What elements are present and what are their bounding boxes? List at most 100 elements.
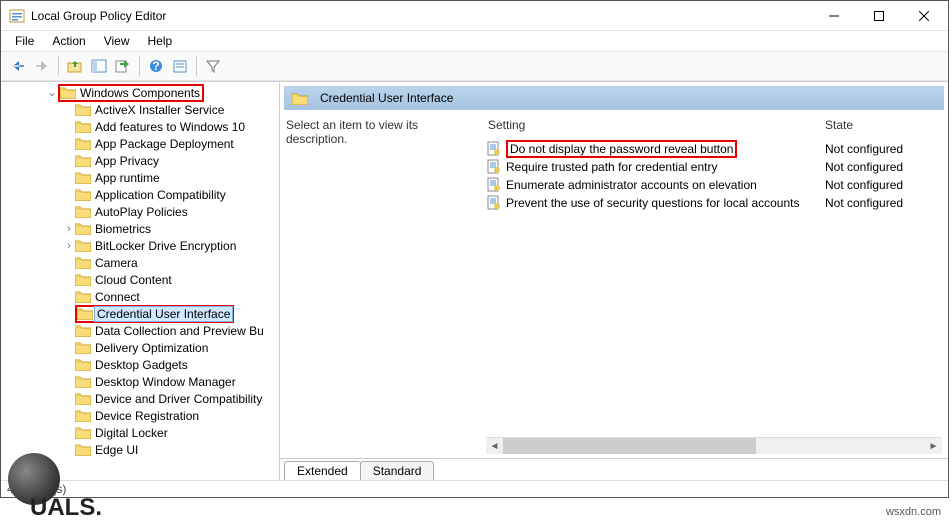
tree-pane[interactable]: ⌄ Windows Components ActiveX Installer S…	[1, 82, 280, 480]
tree-node[interactable]: Device and Driver Compatibility	[1, 390, 279, 407]
folder-icon	[60, 86, 76, 99]
tree-node[interactable]: Data Collection and Preview Bu	[1, 322, 279, 339]
folder-icon	[75, 443, 91, 456]
settings-column: Setting State Do not display the passwor…	[486, 118, 942, 454]
tree-node[interactable]: AutoPlay Policies	[1, 203, 279, 220]
up-button[interactable]	[64, 55, 86, 77]
folder-up-icon	[67, 59, 83, 73]
close-button[interactable]	[901, 1, 946, 30]
tree-node[interactable]: Desktop Gadgets	[1, 356, 279, 373]
menu-file[interactable]: File	[7, 32, 42, 50]
expand-icon[interactable]: ›	[63, 240, 75, 252]
list-header: Setting State	[486, 118, 942, 140]
properties-button[interactable]	[169, 55, 191, 77]
menu-help[interactable]: Help	[140, 32, 181, 50]
folder-icon	[75, 426, 91, 439]
expand-icon[interactable]: ›	[63, 223, 75, 235]
folder-icon	[75, 375, 91, 388]
setting-state: Not configured	[825, 142, 925, 156]
tree-node[interactable]: Digital Locker	[1, 424, 279, 441]
tab-extended[interactable]: Extended	[284, 461, 361, 480]
export-button[interactable]	[112, 55, 134, 77]
policy-icon	[486, 159, 502, 175]
setting-state: Not configured	[825, 196, 925, 210]
folder-icon	[75, 409, 91, 422]
folder-icon	[75, 392, 91, 405]
toolbar: ?	[1, 51, 948, 81]
maximize-icon	[874, 11, 884, 21]
tree-label: Edge UI	[95, 443, 138, 457]
scroll-thumb[interactable]	[503, 438, 756, 454]
policy-icon	[486, 141, 502, 157]
folder-icon	[75, 239, 91, 252]
tab-standard[interactable]: Standard	[360, 461, 435, 480]
minimize-icon	[829, 11, 839, 21]
scroll-right-button[interactable]: ►	[925, 438, 942, 454]
help-icon: ?	[148, 59, 164, 73]
toolbar-separator	[58, 56, 59, 76]
tree-node[interactable]: › BitLocker Drive Encryption	[1, 237, 279, 254]
toolbar-separator	[196, 56, 197, 76]
folder-icon	[292, 92, 308, 105]
menubar: File Action View Help	[1, 31, 948, 51]
tree-label: Biometrics	[95, 222, 151, 236]
setting-name: Prevent the use of security questions fo…	[506, 196, 825, 210]
tree-node[interactable]: Delivery Optimization	[1, 339, 279, 356]
tree-label: BitLocker Drive Encryption	[95, 239, 236, 253]
overlay-text: UALS.	[30, 494, 102, 522]
tree-node[interactable]: Cloud Content	[1, 271, 279, 288]
column-header-state[interactable]: State	[825, 118, 925, 132]
tree-node[interactable]: App Privacy	[1, 152, 279, 169]
filter-button[interactable]	[202, 55, 224, 77]
maximize-button[interactable]	[856, 1, 901, 30]
tree-node-root[interactable]: ⌄ Windows Components	[1, 84, 279, 101]
tree-pane-icon	[91, 59, 107, 73]
tree-label: App runtime	[95, 171, 160, 185]
folder-icon	[75, 290, 91, 303]
tree-node[interactable]: Connect	[1, 288, 279, 305]
back-button[interactable]	[7, 55, 29, 77]
tree-node[interactable]: Desktop Window Manager	[1, 373, 279, 390]
app-icon	[9, 8, 25, 24]
tree-label: Connect	[95, 290, 140, 304]
tree-node[interactable]: Camera	[1, 254, 279, 271]
setting-name: Enumerate administrator accounts on elev…	[506, 178, 825, 192]
horizontal-scrollbar[interactable]: ◄ ►	[486, 437, 942, 454]
details-header: Credential User Interface	[284, 86, 944, 110]
scroll-left-button[interactable]: ◄	[486, 438, 503, 454]
tree-label: Desktop Gadgets	[95, 358, 188, 372]
folder-icon	[75, 222, 91, 235]
details-body: Select an item to view its description. …	[280, 114, 948, 458]
tree-node[interactable]: › Biometrics	[1, 220, 279, 237]
collapse-icon[interactable]: ⌄	[46, 86, 58, 99]
tree-label: Digital Locker	[95, 426, 168, 440]
details-header-title: Credential User Interface	[320, 91, 453, 105]
show-hide-tree-button[interactable]	[88, 55, 110, 77]
setting-state: Not configured	[825, 178, 925, 192]
column-header-setting[interactable]: Setting	[486, 118, 825, 132]
tree-node[interactable]: App runtime	[1, 169, 279, 186]
tree-node[interactable]: Application Compatibility	[1, 186, 279, 203]
folder-icon	[75, 273, 91, 286]
setting-name: Require trusted path for credential entr…	[506, 160, 825, 174]
tree-node[interactable]: Device Registration	[1, 407, 279, 424]
menu-action[interactable]: Action	[44, 32, 93, 50]
export-icon	[115, 59, 131, 73]
setting-row[interactable]: Prevent the use of security questions fo…	[486, 194, 942, 212]
forward-button[interactable]	[31, 55, 53, 77]
scroll-track[interactable]	[503, 438, 925, 454]
tree-node[interactable]: Add features to Windows 10	[1, 118, 279, 135]
setting-row[interactable]: Enumerate administrator accounts on elev…	[486, 176, 942, 194]
minimize-button[interactable]	[811, 1, 856, 30]
content-area: ⌄ Windows Components ActiveX Installer S…	[1, 81, 948, 480]
tree-node[interactable]: App Package Deployment	[1, 135, 279, 152]
watermark: wsxdn.com	[886, 506, 941, 518]
tree-node[interactable]: ActiveX Installer Service	[1, 101, 279, 118]
statusbar: 4 setting(s)	[1, 480, 948, 497]
menu-view[interactable]: View	[96, 32, 138, 50]
tree-label: Credential User Interface	[94, 306, 233, 322]
setting-row[interactable]: Require trusted path for credential entr…	[486, 158, 942, 176]
tree-node[interactable]: Credential User Interface	[1, 305, 279, 322]
setting-row[interactable]: Do not display the password reveal butto…	[486, 140, 942, 158]
help-button[interactable]: ?	[145, 55, 167, 77]
